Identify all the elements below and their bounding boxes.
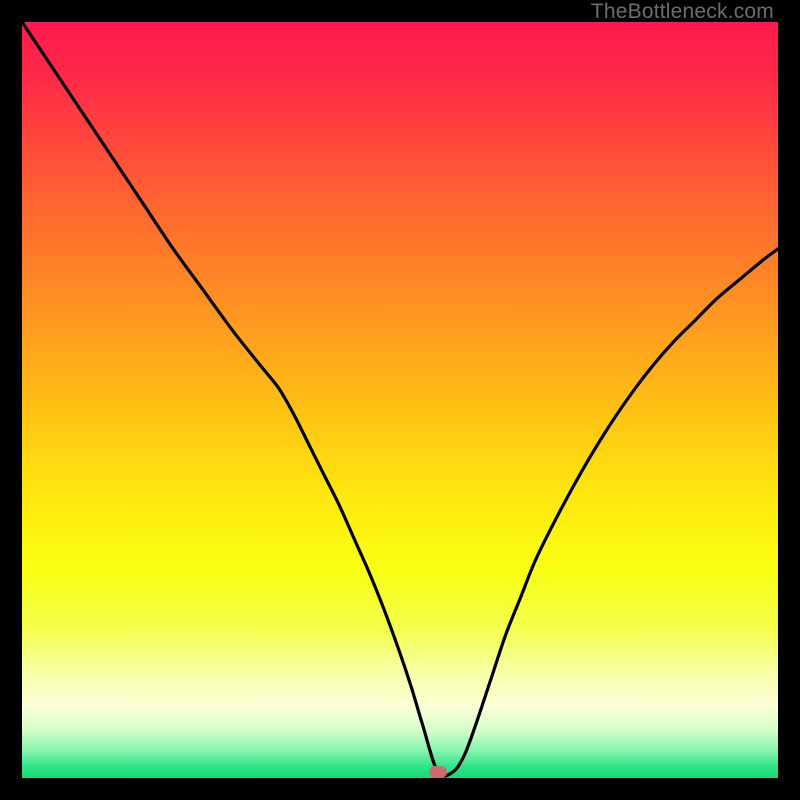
bottleneck-curve: [22, 22, 778, 778]
watermark-text: TheBottleneck.com: [591, 0, 774, 24]
optimal-point-marker: [429, 766, 447, 778]
plot-area: [22, 22, 778, 778]
chart-frame: TheBottleneck.com: [0, 0, 800, 800]
